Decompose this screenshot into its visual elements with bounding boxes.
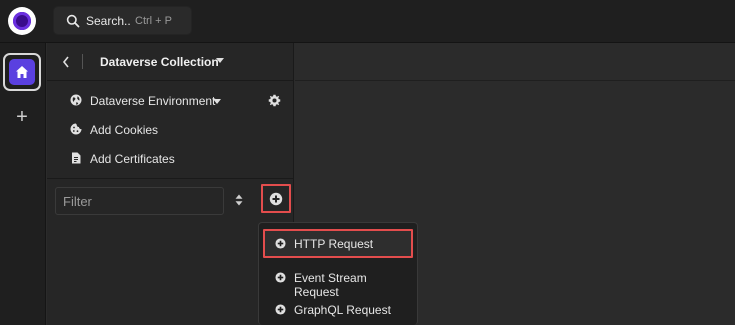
search-button[interactable]: Search.. Ctrl + P xyxy=(53,6,192,35)
globe-icon xyxy=(70,94,82,106)
certificate-file-icon xyxy=(72,152,81,164)
add-certificates-button[interactable]: Add Certificates xyxy=(47,145,294,173)
menu-item-graphql-request[interactable]: GraphQL Request xyxy=(263,295,413,324)
add-cookies-label: Add Cookies xyxy=(90,123,159,137)
menu-item-event-stream-request[interactable]: Event Stream Request xyxy=(263,263,413,299)
new-request-menu: HTTP Request Event Stream Request GraphQ… xyxy=(258,222,418,325)
gear-icon[interactable] xyxy=(268,94,281,107)
search-label: Search.. xyxy=(86,14,131,28)
add-cookies-button[interactable]: Add Cookies xyxy=(47,116,294,144)
top-bar: Search.. Ctrl + P xyxy=(0,0,735,43)
home-button[interactable] xyxy=(3,53,41,91)
filter-input[interactable] xyxy=(55,187,224,215)
plus-circle-icon xyxy=(269,192,283,206)
cookie-icon xyxy=(70,123,82,135)
panel-divider xyxy=(47,178,294,179)
add-certificates-label: Add Certificates xyxy=(90,152,175,166)
home-button-fill xyxy=(9,59,35,85)
sidebar-panel: Dataverse Collection Dataverse Environme… xyxy=(47,43,294,325)
search-shortcut: Ctrl + P xyxy=(135,15,172,27)
left-rail: + xyxy=(0,43,46,325)
caret-down-icon[interactable] xyxy=(216,58,224,63)
environment-selector[interactable]: Dataverse Environment xyxy=(47,87,294,115)
plus-circle-icon xyxy=(275,272,286,283)
main-header xyxy=(295,43,735,81)
search-icon xyxy=(66,14,80,28)
plus-circle-icon xyxy=(275,304,286,315)
menu-item-label: HTTP Request xyxy=(294,237,374,251)
plus-circle-icon xyxy=(275,238,286,249)
header-divider xyxy=(82,54,83,69)
menu-item-http-request[interactable]: HTTP Request xyxy=(263,229,413,258)
panel-header: Dataverse Collection xyxy=(47,43,294,81)
collection-title[interactable]: Dataverse Collection xyxy=(100,55,219,69)
environment-label: Dataverse Environment xyxy=(90,94,216,108)
chevron-left-icon[interactable] xyxy=(62,56,70,68)
sort-icon[interactable] xyxy=(235,194,243,206)
add-request-button[interactable] xyxy=(261,184,291,213)
menu-item-label: GraphQL Request xyxy=(294,303,391,317)
app-logo[interactable] xyxy=(8,7,36,35)
caret-down-icon xyxy=(213,99,221,104)
add-workspace-button[interactable]: + xyxy=(14,107,30,127)
home-icon xyxy=(16,66,28,78)
